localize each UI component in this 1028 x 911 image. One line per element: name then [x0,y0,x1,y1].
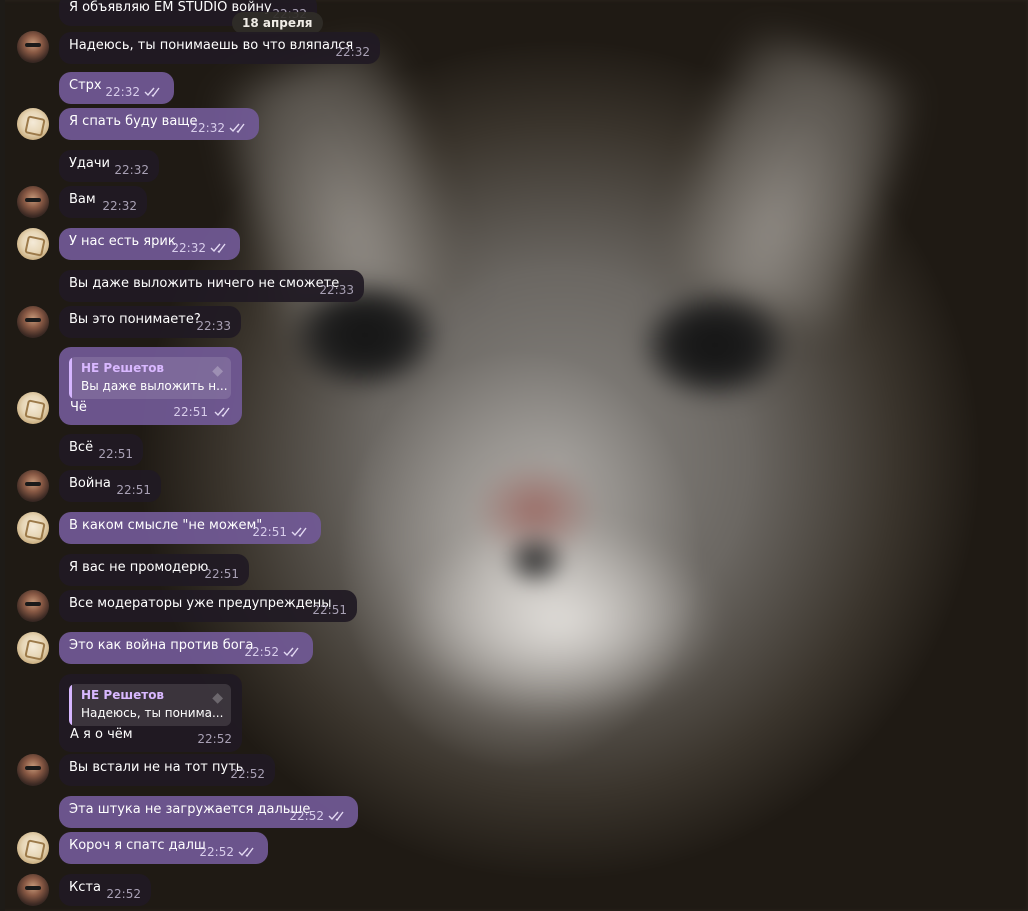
message-text: Удачи [69,156,111,171]
avatar[interactable] [17,874,49,906]
message-time: 22:32 [114,163,149,177]
quote-author: НЕ Решетов [81,361,165,375]
message-time: 22:51 [98,447,133,461]
message-incoming[interactable]: Вы это понимаете? 22:33 [59,306,241,338]
avatar[interactable] [17,754,49,786]
avatar[interactable] [17,392,49,424]
message-text: Я спать буду ваще [69,114,198,129]
message-text: Стрх [69,78,102,93]
message-text: Вам [69,192,96,207]
double-check-icon [328,811,344,822]
message-incoming[interactable]: Кста 22:52 [59,874,151,906]
message-text: Война [69,476,111,491]
message-text: Эта штука не загружается дальше [69,802,311,817]
message-time: 22:33 [319,283,354,297]
message-incoming[interactable]: Надеюсь, ты понимаешь во что вляпался 22… [59,32,380,64]
message-incoming[interactable]: Все модераторы уже предупреждены 22:51 [59,590,357,622]
message-incoming[interactable]: Удачи 22:32 [59,150,159,182]
message-outgoing[interactable]: Это как война против бога 22:52 [59,632,313,664]
message-text: Кста [69,880,101,895]
message-text: А я о чём [70,727,133,742]
avatar[interactable] [17,108,49,140]
avatar[interactable] [17,186,49,218]
message-text: Надеюсь, ты понимаешь во что вляпался [69,38,354,53]
message-incoming[interactable]: Я вас не промодерю 22:51 [59,554,249,586]
reply-message-outgoing[interactable]: НЕ Решетов Вы даже выложить н... ◆ Чё 22… [59,347,242,425]
double-check-icon [283,647,299,658]
message-text: Вы даже выложить ничего не сможете [69,276,340,291]
message-time: 22:52 [230,767,265,781]
avatar[interactable] [17,512,49,544]
message-incoming[interactable]: Вы встали не на тот путь 22:52 [59,754,275,786]
avatar[interactable] [17,632,49,664]
message-time: 22:33 [196,319,231,333]
reply-quote[interactable]: НЕ Решетов Вы даже выложить н... ◆ [69,357,231,399]
double-check-icon [144,87,160,98]
message-text: Это как война против бога [69,638,254,653]
message-text: Вы это понимаете? [69,312,201,327]
date-separator: 18 апреля [232,12,323,34]
quote-author: НЕ Решетов [81,688,165,702]
avatar[interactable] [17,228,49,260]
message-time: 22:51 [252,525,287,539]
double-check-icon [291,527,307,538]
message-text: Чё [70,400,87,415]
message-time: 22:52 [199,845,234,859]
double-check-icon [214,407,230,418]
message-time: 22:51 [312,603,347,617]
message-time: 22:51 [116,483,151,497]
reply-quote[interactable]: НЕ Решетов Надеюсь, ты понима... ◆ [69,684,231,726]
message-text: Вы встали не на тот путь [69,760,244,775]
message-outgoing[interactable]: Короч я спатс далш 22:52 [59,832,268,864]
chat-left-border [0,0,5,911]
message-time: 22:52 [106,887,141,901]
message-incoming[interactable]: Вам 22:32 [59,186,147,218]
message-text: Короч я спатс далш [69,838,206,853]
avatar[interactable] [17,470,49,502]
message-incoming[interactable]: Вы даже выложить ничего не сможете 22:33 [59,270,364,302]
message-outgoing[interactable]: Я спать буду ваще 22:32 [59,108,259,140]
message-time: 22:32 [190,121,225,135]
message-time: 22:52 [289,809,324,823]
message-time: 22:51 [173,405,208,419]
message-outgoing[interactable]: Стрх 22:32 [59,72,174,104]
message-time: 22:32 [171,241,206,255]
message-incoming[interactable]: Война 22:51 [59,470,161,502]
double-check-icon [229,123,245,134]
message-text: Все модераторы уже предупреждены [69,596,332,611]
double-check-icon [238,847,254,858]
message-text: У нас есть ярик [69,234,176,249]
message-outgoing[interactable]: В каком смысле "не можем" 22:51 [59,512,321,544]
message-time: 22:51 [204,567,239,581]
pattern-icon: ◆ [212,363,223,379]
message-text: В каком смысле "не можем" [69,518,263,533]
message-time: 22:52 [197,732,232,746]
avatar[interactable] [17,590,49,622]
message-time: 22:52 [244,645,279,659]
message-text: Всё [69,440,94,455]
message-time: 22:32 [105,85,140,99]
avatar[interactable] [17,832,49,864]
quote-text: Надеюсь, ты понима... [81,706,224,720]
message-outgoing[interactable]: Эта штука не загружается дальше 22:52 [59,796,358,828]
avatar[interactable] [17,306,49,338]
quote-text: Вы даже выложить н... [81,379,228,393]
message-incoming[interactable]: Всё 22:51 [59,434,143,466]
pattern-icon: ◆ [212,690,223,706]
reply-message-incoming[interactable]: НЕ Решетов Надеюсь, ты понима... ◆ А я о… [59,674,242,752]
message-outgoing[interactable]: У нас есть ярик 22:32 [59,228,240,260]
double-check-icon [210,243,226,254]
message-text: Я вас не промодерю [69,560,209,575]
message-time: 22:32 [102,199,137,213]
avatar[interactable] [17,31,49,63]
message-time: 22:32 [335,45,370,59]
